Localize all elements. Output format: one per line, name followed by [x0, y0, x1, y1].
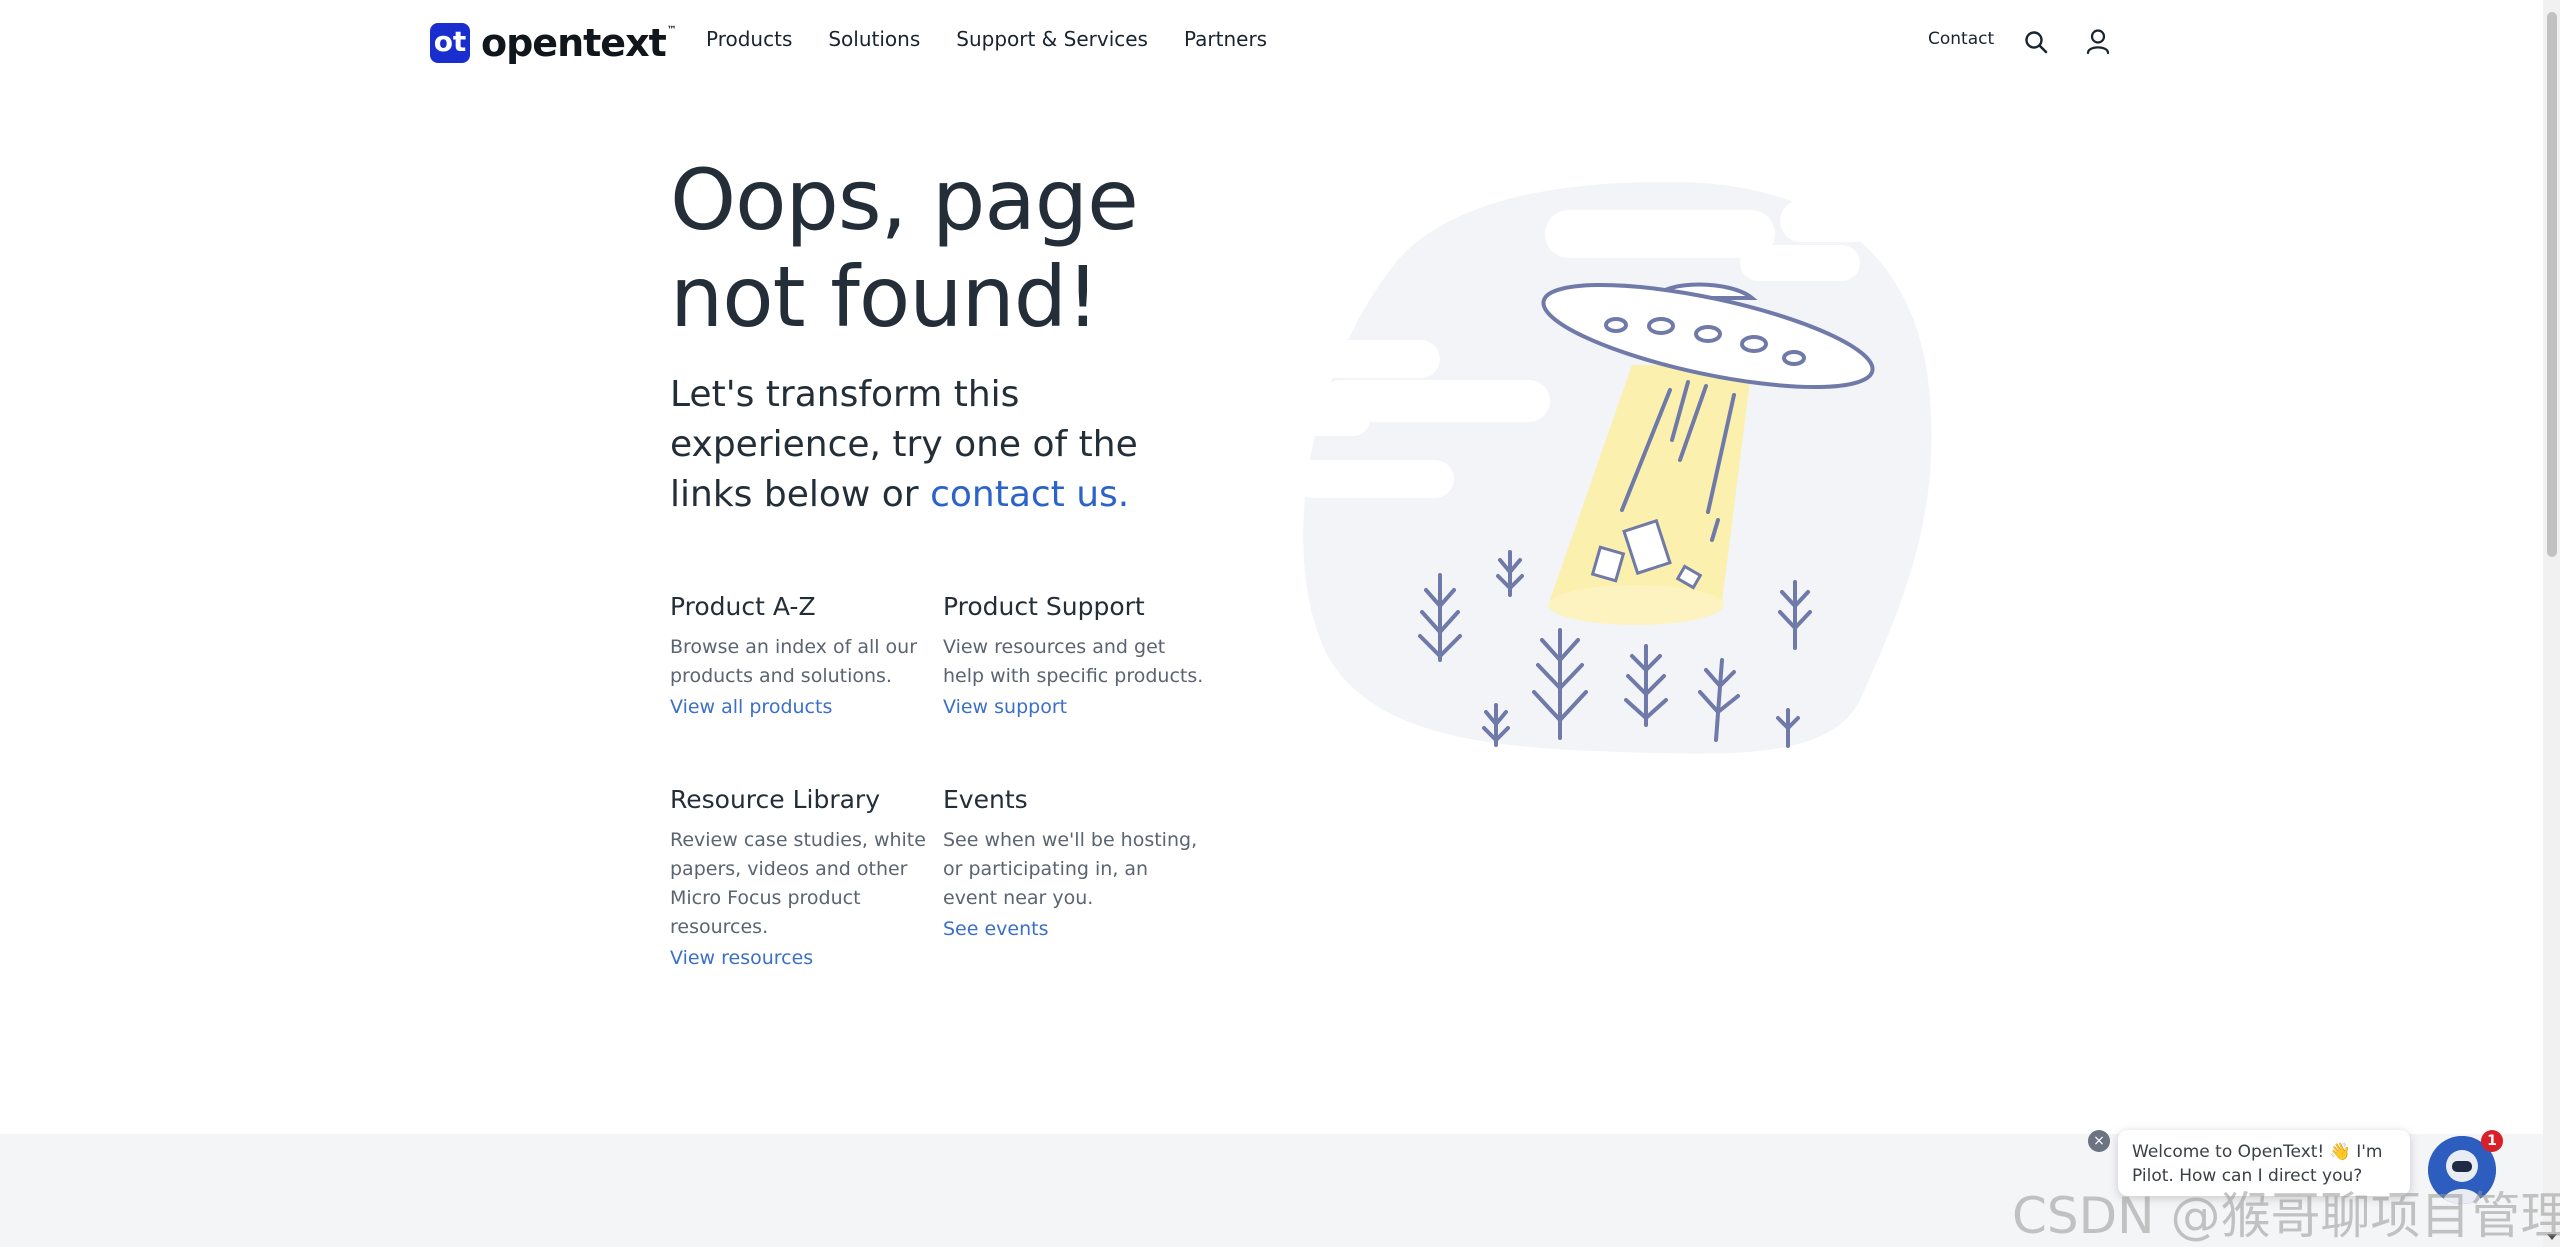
- contact-link[interactable]: Contact: [1928, 29, 1994, 49]
- main-nav: Products Solutions Support & Services Pa…: [706, 27, 1267, 51]
- card-product-support: Product Support View resources and get h…: [943, 592, 1208, 722]
- nav-products[interactable]: Products: [706, 27, 792, 51]
- card-events: Events See when we'll be hosting, or par…: [943, 785, 1208, 944]
- nav-support-services[interactable]: Support & Services: [956, 27, 1148, 51]
- card-description: See when we'll be hosting, or participat…: [943, 829, 1198, 909]
- see-events-link[interactable]: See events: [943, 915, 1208, 944]
- contact-us-link[interactable]: contact us.: [930, 474, 1129, 515]
- card-description: Browse an index of all our products and …: [670, 636, 918, 687]
- view-support-link[interactable]: View support: [943, 693, 1208, 722]
- search-icon[interactable]: [2023, 29, 2051, 57]
- view-all-products-link[interactable]: View all products: [670, 693, 935, 722]
- card-description: View resources and get help with specifi…: [943, 636, 1204, 687]
- card-resource-library: Resource Library Review case studies, wh…: [670, 785, 935, 973]
- card-title: Product Support: [943, 592, 1145, 621]
- card-description: Review case studies, white papers, video…: [670, 829, 926, 938]
- csdn-watermark: CSDN @猴哥聊项目管理: [2012, 1187, 2560, 1245]
- logo-wordmark: opentext™: [481, 21, 677, 65]
- scrollbar-thumb[interactable]: [2547, 12, 2557, 557]
- opentext-logo[interactable]: ot opentext™: [430, 21, 677, 65]
- view-resources-link[interactable]: View resources: [670, 944, 935, 973]
- page-title-line1: Oops, page: [670, 151, 1139, 249]
- page-title-line2: not found!: [670, 248, 1100, 346]
- card-title: Events: [943, 785, 1028, 814]
- chat-notification-badge: 1: [2481, 1130, 2503, 1152]
- card-title: Product A-Z: [670, 592, 816, 621]
- page-title: Oops, page not found!: [670, 152, 1290, 346]
- ufo-illustration: [1260, 140, 1960, 780]
- logo-mark: ot: [430, 23, 470, 63]
- card-title: Resource Library: [670, 785, 881, 814]
- hero-lead: Let's transform this experience, try one…: [670, 370, 1230, 520]
- nav-solutions[interactable]: Solutions: [828, 27, 920, 51]
- chat-close-icon[interactable]: ×: [2088, 1130, 2110, 1152]
- nav-partners[interactable]: Partners: [1184, 27, 1267, 51]
- card-product-a-z: Product A-Z Browse an index of all our p…: [670, 592, 935, 722]
- user-icon[interactable]: [2083, 27, 2113, 57]
- site-header: ot opentext™ Products Solutions Support …: [0, 0, 2560, 84]
